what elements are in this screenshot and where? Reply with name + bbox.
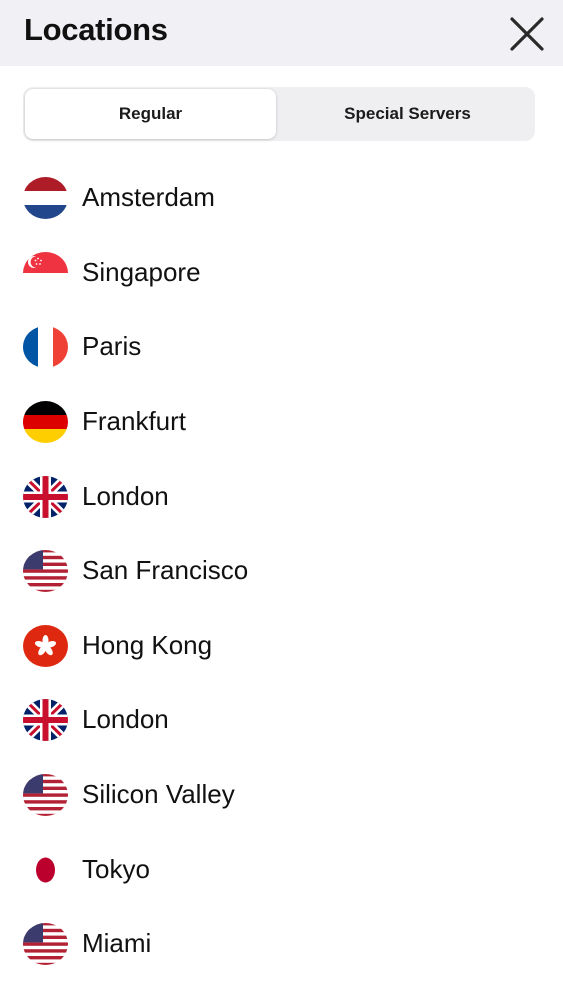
location-name: Miami [82,928,152,959]
location-name: Hong Kong [82,629,213,660]
japan-flag-icon [23,848,68,892]
location-name: London [82,704,169,735]
list-item[interactable]: Miami [0,907,563,982]
list-item[interactable]: Tokyo [0,832,563,907]
location-name: Amsterdam [82,182,215,213]
close-button[interactable] [509,16,545,52]
hong-kong-flag-icon [23,624,68,668]
locations-list: Amsterdam Singapore Paris Frankfurt Lond… [0,161,563,982]
location-name: Silicon Valley [82,778,235,809]
close-icon [510,17,544,51]
location-name: Singapore [82,256,201,287]
netherlands-flag-icon [23,176,68,220]
location-name: London [82,480,169,511]
location-name: Paris [82,331,142,362]
location-name: Frankfurt [82,405,187,436]
uk-flag-icon [23,475,68,519]
list-item[interactable]: Silicon Valley [0,758,563,833]
germany-flag-icon [23,400,68,444]
location-name: San Francisco [82,555,249,586]
list-item[interactable]: Singapore [0,236,563,311]
us-flag-icon [23,773,68,817]
list-item[interactable]: Paris [0,310,563,385]
uk-flag-icon [23,698,68,742]
list-item[interactable]: Frankfurt [0,385,563,460]
list-item[interactable]: London [0,683,563,758]
tab-special-servers[interactable]: Special Servers [282,89,533,139]
singapore-flag-icon [23,251,68,295]
header-bar: Locations [0,0,563,66]
france-flag-icon [23,325,68,369]
tab-regular[interactable]: Regular [25,89,276,139]
list-item[interactable]: London [0,459,563,534]
us-flag-icon [23,922,68,966]
server-type-segmented-control: Regular Special Servers [23,87,535,141]
page-title: Locations [24,12,168,47]
list-item[interactable]: San Francisco [0,534,563,609]
list-item[interactable]: Amsterdam [0,161,563,236]
location-name: Tokyo [82,853,150,884]
list-item[interactable]: Hong Kong [0,609,563,684]
us-flag-icon [23,549,68,593]
